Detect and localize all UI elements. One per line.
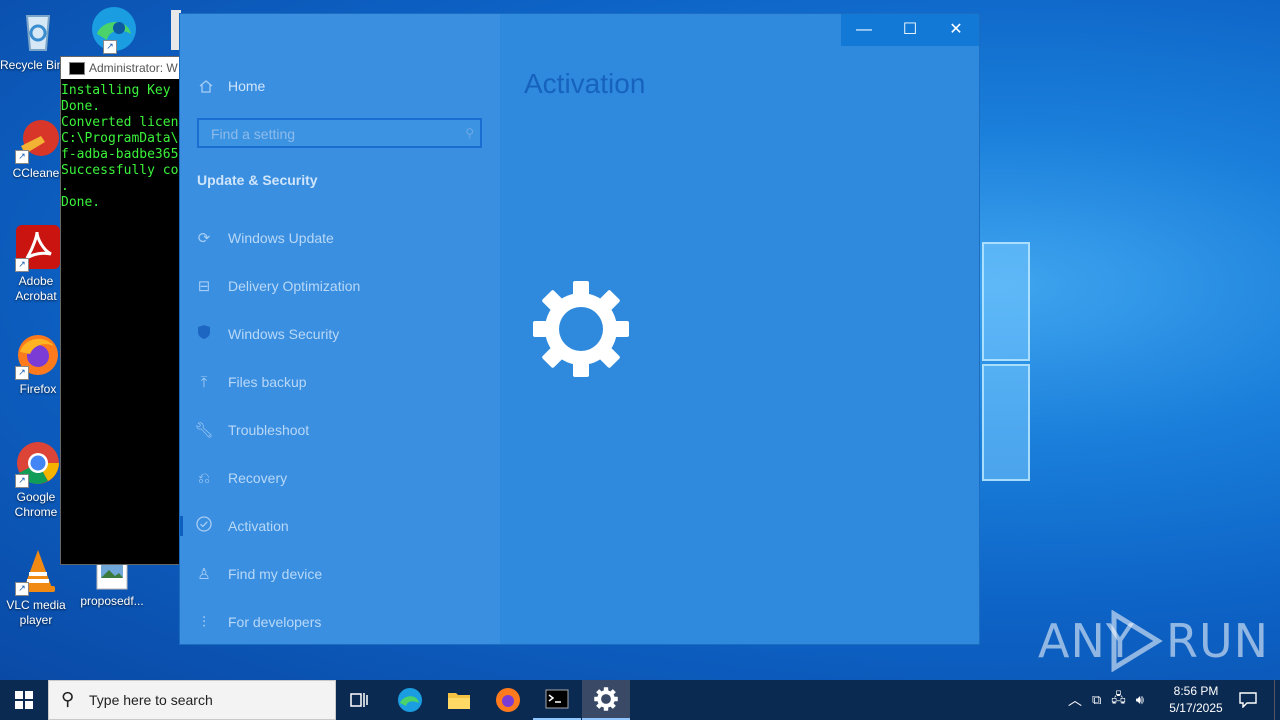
refresh-icon: ⟳ [197, 230, 211, 247]
taskbar-edge[interactable] [386, 680, 434, 720]
vlc-icon: ↗ [15, 548, 61, 596]
start-button[interactable] [0, 680, 48, 720]
person-location-icon: ♙ [197, 566, 211, 583]
clock[interactable]: 8:56 PM 5/17/2025 [1160, 683, 1232, 717]
nav-item-for-developers[interactable]: ⫶ For developers [180, 602, 500, 642]
nav-item-label: Files backup [228, 374, 307, 390]
nav-item-find-my-device[interactable]: ♙ Find my device [180, 554, 500, 594]
taskbar-search-placeholder: Type here to search [89, 692, 213, 708]
cmd-output: Installing Key Done. Converted licen C:\… [61, 83, 179, 210]
task-view-button[interactable] [336, 680, 384, 720]
page-title: Activation [524, 68, 646, 99]
nav-item-label: Recovery [228, 470, 288, 486]
nav-home[interactable]: Home [198, 78, 265, 94]
notification-icon [1239, 692, 1257, 708]
task-view-icon [350, 693, 368, 707]
icon-label: VLC media player [6, 598, 66, 627]
settings-search-input[interactable] [209, 125, 453, 143]
upload-arrow-icon: ⤒ [200, 373, 208, 391]
close-button[interactable]: ✕ [933, 14, 979, 46]
taskbar: ⚲ Type here to search ︿ ⧉ 🖧︎ 🔊︎ 8:56 PM … [0, 680, 1280, 720]
home-icon [199, 80, 213, 93]
icon-label: Google Chrome [14, 490, 58, 519]
nav-item-label: Find my device [228, 566, 323, 582]
wallpaper-logo-pane [982, 364, 1030, 481]
network-icon[interactable]: 🖧︎ [1111, 689, 1126, 711]
nav-section-heading: Update & Security [197, 172, 318, 188]
nav-item-delivery-optimization[interactable]: ⊟ Delivery Optimization [180, 266, 500, 306]
nav-item-troubleshoot[interactable]: 🔧︎ Troubleshoot [180, 410, 500, 450]
cmd-title: Administrator: W [89, 61, 178, 75]
taskbar-firefox[interactable] [484, 680, 532, 720]
settings-window[interactable]: — ☐ ✕ Home ⚲ Update & Security ⟳ Windows… [179, 13, 980, 645]
nav-item-recovery[interactable]: ⎌ Recovery [180, 458, 500, 498]
wrench-icon: 🔧︎ [194, 422, 214, 439]
icon-label: CCleaner [12, 166, 64, 180]
nav-home-label: Home [228, 78, 266, 94]
chrome-icon: ↗ [15, 440, 61, 488]
developer-icon: ⫶ [202, 613, 206, 631]
firefox-icon: ↗ [15, 332, 61, 380]
wallpaper-logo-pane [982, 242, 1030, 361]
volume-icon[interactable]: 🔊︎ [1136, 692, 1144, 708]
icon-label: Recycle Bin [0, 58, 60, 72]
cmd-icon [545, 689, 569, 709]
nav-item-files-backup[interactable]: ⤒ Files backup [180, 362, 500, 402]
shield-icon [180, 324, 228, 344]
taskbar-settings[interactable] [582, 680, 630, 720]
recovery-icon: ⎌ [197, 469, 210, 487]
nav-item-label: Activation [228, 518, 289, 534]
cmd-icon [69, 62, 85, 75]
desktop-icon-edge[interactable]: ↗ [74, 4, 150, 54]
edge-icon: ↗ [89, 4, 136, 54]
anyrun-watermark: ANY RUN [1038, 610, 1268, 674]
folder-icon [448, 693, 470, 709]
windows-logo-icon [15, 691, 33, 709]
firefox-icon [496, 688, 520, 712]
cmd-window[interactable]: Administrator: W Installing Key Done. Co… [60, 56, 192, 565]
minimize-button[interactable]: — [841, 14, 887, 46]
taskbar-cmd[interactable] [533, 680, 581, 720]
maximize-button[interactable]: ☐ [887, 14, 933, 46]
system-tray: ︿ ⧉ 🖧︎ 🔊︎ [1068, 680, 1144, 720]
ccleaner-icon: ↗ [15, 116, 61, 164]
nav-item-label: Delivery Optimization [228, 278, 361, 294]
play-logo-icon [1111, 610, 1163, 672]
check-circle-icon [180, 516, 228, 536]
cmd-titlebar[interactable]: Administrator: W [61, 57, 191, 79]
recycle-bin-icon [15, 8, 61, 54]
nav-item-activation[interactable]: Activation [180, 506, 500, 546]
search-icon[interactable]: ⚲ [465, 126, 474, 140]
network-adapter-icon[interactable]: ⧉ [1092, 692, 1101, 708]
notifications-button[interactable] [1224, 680, 1272, 720]
search-icon: ⚲ [61, 689, 75, 709]
window-controls: — ☐ ✕ [841, 14, 979, 46]
active-indicator [180, 516, 183, 536]
nav-item-label: Windows Security [228, 326, 340, 342]
nav-item-windows-security[interactable]: Windows Security [180, 314, 500, 354]
gear-icon [594, 687, 618, 711]
clock-time: 8:56 PM [1173, 684, 1219, 698]
adobe-acrobat-icon: ↗ [15, 224, 61, 272]
loading-gear-icon [533, 281, 629, 377]
nav-item-windows-update[interactable]: ⟳ Windows Update [180, 218, 500, 258]
chevron-up-icon[interactable]: ︿ [1068, 690, 1082, 710]
edge-icon [398, 688, 422, 712]
clock-date: 5/17/2025 [1169, 701, 1223, 715]
icon-label: Adobe Acrobat [15, 274, 57, 303]
icon-label: proposedf... [80, 594, 144, 608]
settings-search-box[interactable]: ⚲ [197, 118, 482, 148]
delivery-icon: ⊟ [197, 278, 211, 295]
nav-item-label: For developers [228, 614, 322, 630]
taskbar-file-explorer[interactable] [435, 680, 483, 720]
taskbar-search-box[interactable]: ⚲ Type here to search [48, 680, 336, 720]
nav-item-label: Troubleshoot [228, 422, 310, 438]
nav-item-label: Windows Update [228, 230, 334, 246]
show-desktop-button[interactable] [1274, 680, 1280, 720]
